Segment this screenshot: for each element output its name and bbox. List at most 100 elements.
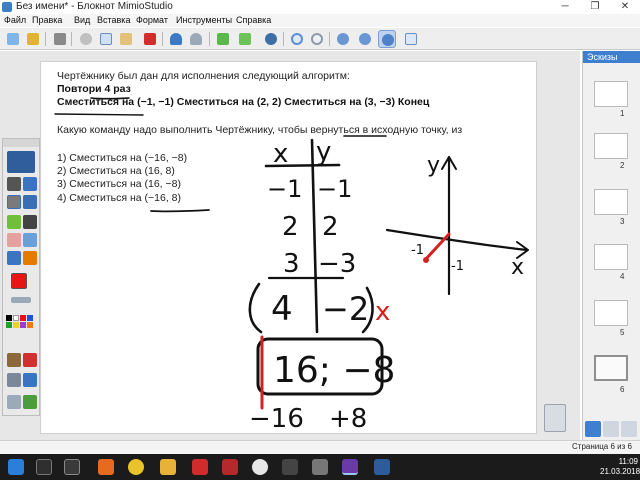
- graph-red-point: [423, 257, 429, 263]
- screen-icon[interactable]: [23, 373, 37, 387]
- reveal-icon[interactable]: [23, 353, 37, 367]
- ink-row2-x: 2: [282, 212, 299, 242]
- select-arrow-icon[interactable]: [7, 177, 21, 191]
- recorder-icon[interactable]: [7, 353, 21, 367]
- ink-sum-x: 4: [271, 289, 293, 329]
- notebook-page[interactable]: Чертёжнику был дан для исполнения следую…: [40, 61, 537, 434]
- thumbnail-view-icon[interactable]: [585, 421, 601, 437]
- save-icon[interactable]: [24, 30, 42, 48]
- page-thumbnail[interactable]: [594, 244, 628, 270]
- start-icon[interactable]: [8, 459, 24, 475]
- menu-help[interactable]: Справка: [236, 14, 271, 27]
- cut-icon[interactable]: [77, 30, 95, 48]
- eraser-icon[interactable]: [7, 233, 21, 247]
- dropper-icon[interactable]: [7, 251, 21, 265]
- underline-command: [54, 113, 144, 116]
- task-view-icon[interactable]: [64, 459, 80, 475]
- mimio-taskbar-icon[interactable]: [342, 459, 358, 475]
- add-page-icon[interactable]: [214, 30, 232, 48]
- menu-format[interactable]: Формат: [136, 14, 168, 27]
- page-number: 3: [620, 217, 625, 226]
- ink-row3-x: 3: [283, 249, 300, 279]
- pen-tool-icon[interactable]: [7, 195, 21, 209]
- new-file-icon[interactable]: [4, 30, 22, 48]
- toolbar: [0, 28, 640, 50]
- menu-file[interactable]: Файл: [4, 14, 26, 27]
- tools-palette-header[interactable]: [3, 139, 39, 147]
- app-icon-window[interactable]: [374, 459, 390, 475]
- fill-icon[interactable]: [23, 251, 37, 265]
- copy-icon[interactable]: [97, 30, 115, 48]
- insert-page-icon[interactable]: [236, 30, 254, 48]
- search-icon[interactable]: [36, 459, 52, 475]
- title-bar: Без имени* - Блокнот MimioStudio ─ ❐ ✕: [0, 0, 640, 14]
- app-icon-eye[interactable]: [252, 459, 268, 475]
- close-button[interactable]: ✕: [610, 0, 640, 14]
- color-swatch[interactable]: [6, 315, 12, 321]
- ink-row1-x: −1: [267, 175, 302, 203]
- page-counter: Страница 6 из 6: [572, 442, 632, 451]
- explorer-icon[interactable]: [160, 459, 176, 475]
- attachments-view-icon[interactable]: [621, 421, 637, 437]
- zoom-page-icon[interactable]: [402, 30, 420, 48]
- trash-icon[interactable]: [544, 404, 566, 432]
- maximize-button[interactable]: ❐: [580, 0, 610, 14]
- users-icon[interactable]: [262, 30, 280, 48]
- ink-table-hline: [264, 163, 341, 168]
- redo-icon[interactable]: [187, 30, 205, 48]
- zoom-out-icon[interactable]: [356, 30, 374, 48]
- app-icon-gear[interactable]: [312, 459, 328, 475]
- zoom-fit-icon[interactable]: [378, 30, 396, 48]
- minimize-button[interactable]: ─: [550, 0, 580, 14]
- text-tool-icon[interactable]: [23, 177, 37, 191]
- line-width-slider[interactable]: [11, 297, 31, 303]
- color-swatch[interactable]: [20, 322, 26, 328]
- window-title: Без имени* - Блокнот MimioStudio: [16, 1, 173, 12]
- graph-label-a: -1: [411, 243, 424, 258]
- thumbnails-title: Эскизы: [583, 51, 640, 63]
- mimio-logo-icon: [7, 151, 35, 173]
- color-swatch[interactable]: [27, 322, 33, 328]
- page-number: 1: [620, 109, 625, 118]
- highlighter-icon[interactable]: [7, 215, 21, 229]
- next-page-icon[interactable]: [308, 30, 326, 48]
- taskbar: 11:09 21.03.2018: [0, 454, 640, 480]
- gallery-icon[interactable]: [7, 395, 21, 409]
- page-thumbnail-selected[interactable]: [594, 355, 628, 381]
- clock[interactable]: 11:09 21.03.2018: [600, 457, 640, 477]
- menu-insert[interactable]: Вставка: [97, 14, 130, 27]
- print-icon[interactable]: [51, 30, 69, 48]
- pdf-icon[interactable]: [192, 459, 208, 475]
- menu-view[interactable]: Вид: [74, 14, 90, 27]
- paste-icon[interactable]: [117, 30, 135, 48]
- ink-bottom-y: +8: [329, 404, 367, 434]
- color-swatch[interactable]: [27, 315, 33, 321]
- color-swatch[interactable]: [13, 322, 19, 328]
- zoom-in-icon[interactable]: [334, 30, 352, 48]
- chrome-icon[interactable]: [128, 459, 144, 475]
- color-swatch[interactable]: [13, 315, 19, 321]
- clock-time: 11:09: [618, 457, 638, 466]
- gallery-view-icon[interactable]: [603, 421, 619, 437]
- shape-tool-icon[interactable]: [23, 233, 37, 247]
- color-swatch[interactable]: [20, 315, 26, 321]
- undo-icon[interactable]: [167, 30, 185, 48]
- spotlight-icon[interactable]: [23, 395, 37, 409]
- menu-edit[interactable]: Правка: [32, 14, 62, 27]
- app-icon-tools[interactable]: [282, 459, 298, 475]
- current-color-swatch[interactable]: [11, 273, 27, 289]
- menu-tools[interactable]: Инструменты: [176, 14, 232, 27]
- color-swatch[interactable]: [6, 322, 12, 328]
- page-thumbnail[interactable]: [594, 189, 628, 215]
- page-thumbnail[interactable]: [594, 300, 628, 326]
- text-t-icon[interactable]: [23, 195, 37, 209]
- app-icon-red[interactable]: [222, 459, 238, 475]
- firefox-icon[interactable]: [98, 459, 114, 475]
- delete-icon[interactable]: [141, 30, 159, 48]
- camera-icon[interactable]: [7, 373, 21, 387]
- previous-page-icon[interactable]: [288, 30, 306, 48]
- page-thumbnail[interactable]: [594, 81, 628, 107]
- line-tool-icon[interactable]: [23, 215, 37, 229]
- page-thumbnail[interactable]: [594, 133, 628, 159]
- handwriting-layer: x y −1 −1 2 2 3 −3 4 −2 x 16; −8 −16 +8 …: [54, 97, 529, 434]
